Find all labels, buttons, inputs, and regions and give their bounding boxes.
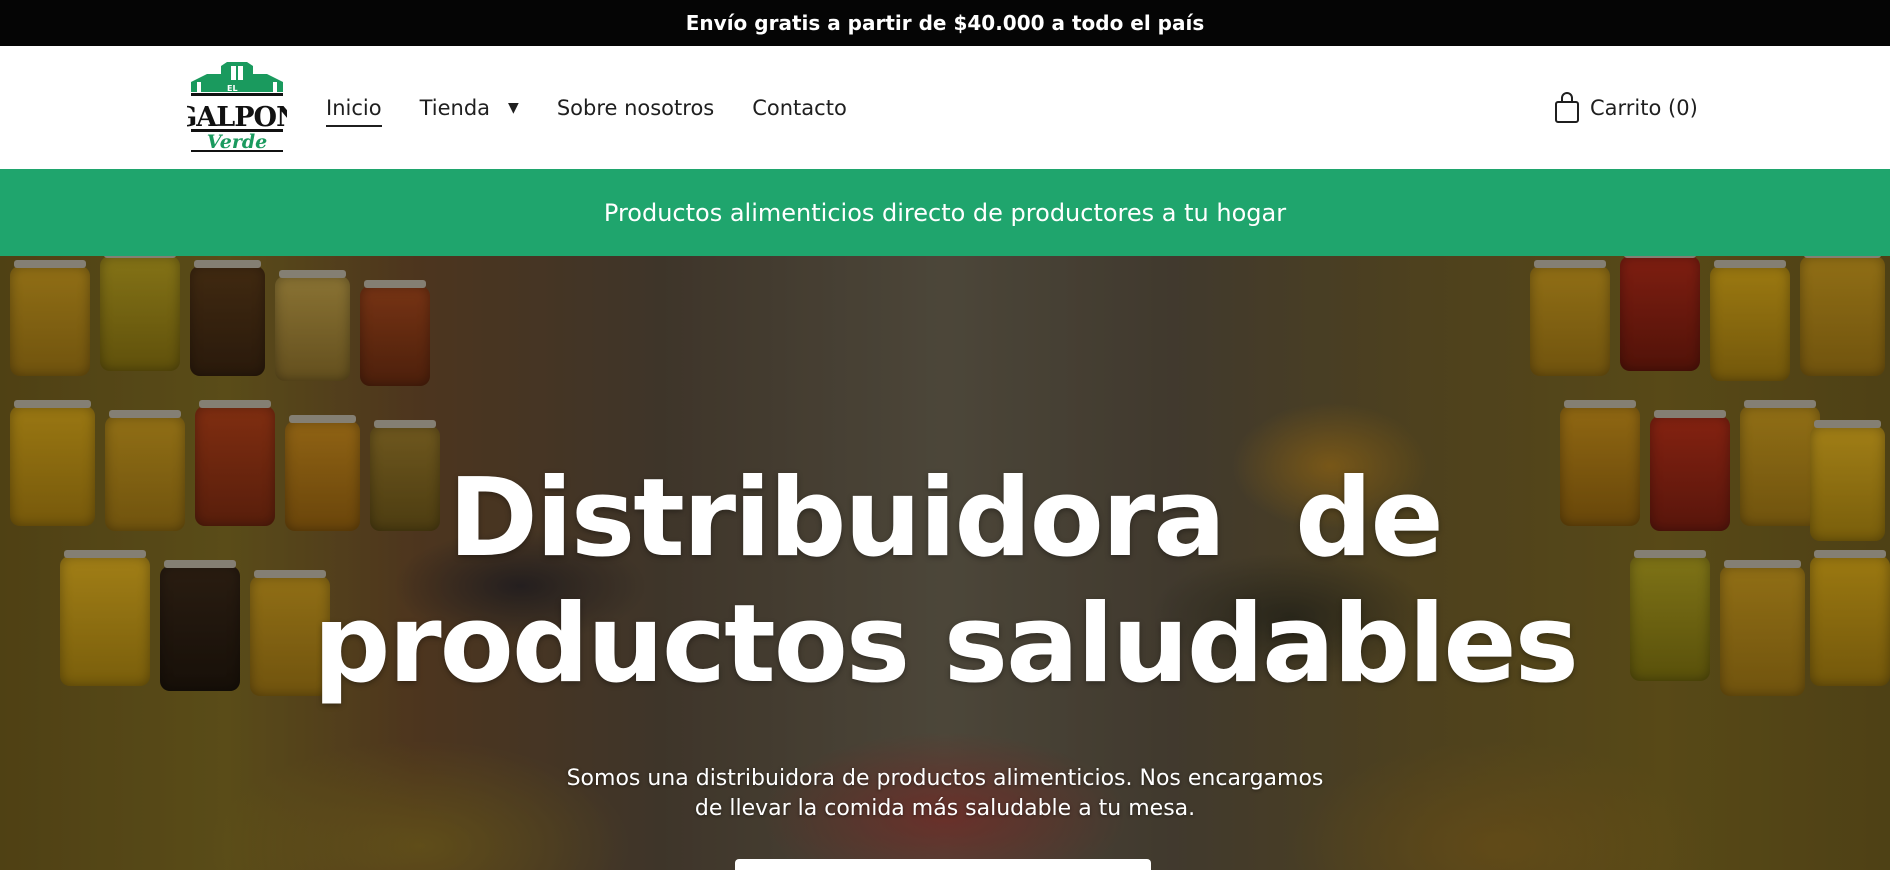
svg-text:Verde: Verde (207, 131, 267, 153)
hero-cta-button[interactable] (735, 859, 1151, 870)
svg-text:GALPON: GALPON (187, 102, 287, 133)
hero-section: Distribuidora de productos saludables So… (0, 256, 1890, 870)
svg-text:EL: EL (227, 84, 238, 93)
galpon-verde-logo-icon: EL GALPON Verde (174, 62, 301, 153)
site-header: EL GALPON Verde Inicio Tienda ▼ Sobre no… (0, 46, 1890, 169)
caret-down-icon: ▼ (508, 99, 519, 116)
hero-title: Distribuidora de productos saludables (0, 456, 1890, 708)
main-nav: Inicio Tienda ▼ Sobre nosotros Contacto (326, 46, 885, 169)
brand-logo[interactable]: EL GALPON Verde (174, 60, 301, 154)
announcement-bar: Envío gratis a partir de $40.000 a todo … (0, 0, 1890, 46)
shopping-bag-icon (1555, 91, 1579, 123)
nav-item-inicio[interactable]: Inicio (326, 96, 382, 127)
promo-banner-text: Productos alimenticios directo de produc… (603, 198, 1287, 227)
nav-item-tienda-label: Tienda (419, 95, 491, 120)
nav-item-sobre-nosotros[interactable]: Sobre nosotros (557, 96, 714, 120)
announcement-text: Envío gratis a partir de $40.000 a todo … (685, 11, 1205, 35)
cart-label: Carrito (0) (1590, 95, 1698, 120)
nav-item-tienda[interactable]: Tienda ▼ (420, 96, 519, 120)
hero-title-line-1: Distribuidora de (448, 456, 1443, 581)
hero-subtitle: Somos una distribuidora de productos ali… (520, 764, 1370, 824)
hero-subtitle-line-1: Somos una distribuidora de productos ali… (566, 766, 1324, 791)
nav-item-contacto[interactable]: Contacto (752, 96, 847, 120)
hero-subtitle-line-2: de llevar la comida más saludable a tu m… (694, 796, 1196, 821)
promo-banner: Productos alimenticios directo de produc… (0, 169, 1890, 256)
hero-title-line-2: productos saludables (313, 582, 1579, 707)
cart-button[interactable]: Carrito (0) (1554, 46, 1698, 169)
